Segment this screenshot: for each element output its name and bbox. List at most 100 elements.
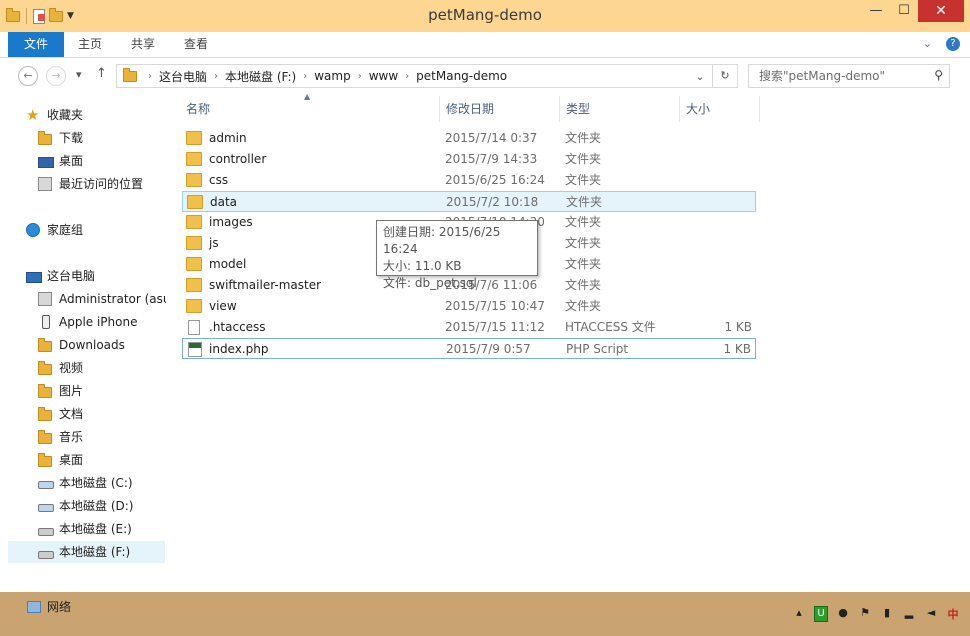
chevron-right-icon[interactable]: › xyxy=(211,71,221,82)
volume-icon[interactable]: ◄ xyxy=(924,606,938,622)
flag-icon[interactable]: ⚑ xyxy=(858,606,872,622)
nav-network[interactable]: 网络 xyxy=(27,598,71,615)
file-name: view xyxy=(209,299,237,313)
music-folder-icon xyxy=(38,430,52,444)
breadcrumb-thispc[interactable]: 这台电脑 xyxy=(155,68,211,85)
nav-item-drive-d[interactable]: 本地磁盘 (D:) xyxy=(38,495,133,517)
file-row-css[interactable]: css 2015/6/25 16:24 文件夹 xyxy=(182,170,756,190)
column-header-name[interactable]: 名称 xyxy=(180,96,440,122)
file-row-index-php[interactable]: index.php 2015/7/9 0:57 PHP Script 1 KB xyxy=(182,338,756,359)
file-type: 文件夹 xyxy=(565,131,602,145)
chevron-right-icon[interactable]: › xyxy=(300,71,310,82)
title-bar: ▼ petMang-demo — ☐ ✕ xyxy=(0,0,970,33)
folder-icon xyxy=(186,215,202,229)
file-name: .htaccess xyxy=(209,320,266,334)
recent-locations-icon[interactable]: ▾ xyxy=(76,68,82,81)
file-type: 文件夹 xyxy=(565,257,602,271)
show-hidden-icons-icon[interactable]: ▴ xyxy=(792,606,806,622)
maximize-button[interactable]: ☐ xyxy=(890,0,918,22)
drive-icon xyxy=(38,528,54,536)
column-header-size[interactable]: 大小 xyxy=(680,96,760,122)
chevron-right-icon[interactable]: › xyxy=(355,71,365,82)
chevron-right-icon[interactable]: › xyxy=(145,71,155,82)
nav-label: 最近访问的位置 xyxy=(59,177,144,191)
qq-icon[interactable]: ● xyxy=(836,606,850,622)
tab-home[interactable]: 主页 xyxy=(78,32,102,57)
nav-label: 本地磁盘 (E:) xyxy=(59,522,132,536)
file-type: 文件夹 xyxy=(565,299,602,313)
breadcrumb-wamp[interactable]: wamp xyxy=(310,69,354,83)
nav-item-videos[interactable]: 视频 xyxy=(38,357,83,379)
breadcrumb-www[interactable]: www xyxy=(365,69,402,83)
forward-button[interactable]: → xyxy=(46,66,66,86)
file-name: model xyxy=(209,257,247,271)
nav-item-music[interactable]: 音乐 xyxy=(38,426,83,448)
file-list: ▲ 名称 修改日期 类型 大小 admin 2015/7/14 0:37 文件夹… xyxy=(166,92,970,592)
nav-item-downloads[interactable]: Downloads xyxy=(38,334,125,356)
battery-icon[interactable]: ▮ xyxy=(880,606,894,622)
computer-icon xyxy=(26,272,42,283)
search-box[interactable]: ⚲ xyxy=(748,64,950,88)
nav-item-downloads-fav[interactable]: 下载 xyxy=(38,127,83,149)
download-folder-icon xyxy=(38,131,52,145)
breadcrumb-petmang-demo[interactable]: petMang-demo xyxy=(412,69,511,83)
nav-item-apple-iphone[interactable]: Apple iPhone xyxy=(38,311,137,333)
file-row-data[interactable]: data 2015/7/2 10:18 文件夹 xyxy=(182,191,756,212)
file-row-controller[interactable]: controller 2015/7/9 14:33 文件夹 xyxy=(182,149,756,169)
nav-item-administrator[interactable]: Administrator (asu xyxy=(38,288,166,310)
nav-item-pictures[interactable]: 图片 xyxy=(38,380,83,402)
minimize-button[interactable]: — xyxy=(862,0,890,22)
nav-item-documents[interactable]: 文档 xyxy=(38,403,83,425)
file-type: 文件夹 xyxy=(565,236,602,250)
nav-item-drive-c[interactable]: 本地磁盘 (C:) xyxy=(38,472,133,494)
network-icon xyxy=(27,600,41,613)
refresh-icon[interactable]: ↻ xyxy=(712,65,737,87)
file-row-admin[interactable]: admin 2015/7/14 0:37 文件夹 xyxy=(182,128,756,148)
file-type: 文件夹 xyxy=(565,173,602,187)
file-name: swiftmailer-master xyxy=(209,278,322,292)
input-method-icon[interactable]: 中 xyxy=(946,606,960,622)
tab-share[interactable]: 共享 xyxy=(131,32,155,57)
tab-view[interactable]: 查看 xyxy=(184,32,208,57)
file-date: 2015/7/9 14:33 xyxy=(445,152,538,166)
taskbar: ▴ U ● ⚑ ▮ ▂ ◄ 中 xyxy=(0,592,970,636)
help-icon[interactable]: ? xyxy=(946,37,960,51)
nav-thispc[interactable]: 这台电脑 xyxy=(26,265,95,287)
nav-item-drive-e[interactable]: 本地磁盘 (E:) xyxy=(38,518,132,540)
chevron-down-icon[interactable]: ⌄ xyxy=(923,37,932,51)
chevron-right-icon[interactable]: › xyxy=(402,71,412,82)
folder-icon xyxy=(186,257,202,271)
tooltip-created: 创建日期: 2015/6/25 16:24 xyxy=(383,225,501,256)
nav-item-desktop[interactable]: 桌面 xyxy=(38,449,83,471)
address-dropdown-icon[interactable]: ⌄ xyxy=(688,70,712,83)
nav-homegroup[interactable]: 家庭组 xyxy=(26,219,83,241)
file-row-view[interactable]: view 2015/7/15 10:47 文件夹 xyxy=(182,296,756,316)
desktop-folder-icon xyxy=(38,453,52,467)
nav-label: 文档 xyxy=(59,407,84,421)
file-date: 2015/7/9 0:57 xyxy=(446,342,531,356)
explorer-window: ▼ petMang-demo — ☐ ✕ 文件 主页 共享 查看 ⌄ ? ← →… xyxy=(0,0,970,592)
file-name: css xyxy=(209,173,229,187)
tab-file[interactable]: 文件 xyxy=(8,32,64,57)
up-button[interactable]: ↑ xyxy=(96,66,107,81)
folder-icon xyxy=(187,195,203,209)
back-button[interactable]: ← xyxy=(18,66,38,86)
signal-icon[interactable]: ▂ xyxy=(902,606,916,622)
php-file-icon xyxy=(188,341,202,357)
nav-item-desktop-fav[interactable]: 桌面 xyxy=(38,150,83,172)
close-button[interactable]: ✕ xyxy=(918,0,964,22)
search-icon[interactable]: ⚲ xyxy=(934,68,943,82)
folder-icon xyxy=(186,152,202,166)
search-input[interactable] xyxy=(757,68,931,84)
file-row-htaccess[interactable]: .htaccess 2015/7/15 11:12 HTACCESS 文件 1 … xyxy=(182,317,756,337)
nav-label: 本地磁盘 (F:) xyxy=(59,545,131,559)
star-icon: ★ xyxy=(26,106,40,124)
column-header-type[interactable]: 类型 xyxy=(560,96,680,122)
nav-favorites[interactable]: ★ 收藏夹 xyxy=(26,104,83,126)
breadcrumb-drive-f[interactable]: 本地磁盘 (F:) xyxy=(221,68,300,85)
nav-item-drive-f[interactable]: 本地磁盘 (F:) xyxy=(8,541,165,563)
nav-item-recent[interactable]: 最近访问的位置 xyxy=(38,173,143,195)
app-tray-icon[interactable]: U xyxy=(814,606,828,622)
column-header-date[interactable]: 修改日期 xyxy=(440,96,560,122)
address-bar[interactable]: › 这台电脑 › 本地磁盘 (F:) › wamp › www › petMan… xyxy=(116,64,738,88)
